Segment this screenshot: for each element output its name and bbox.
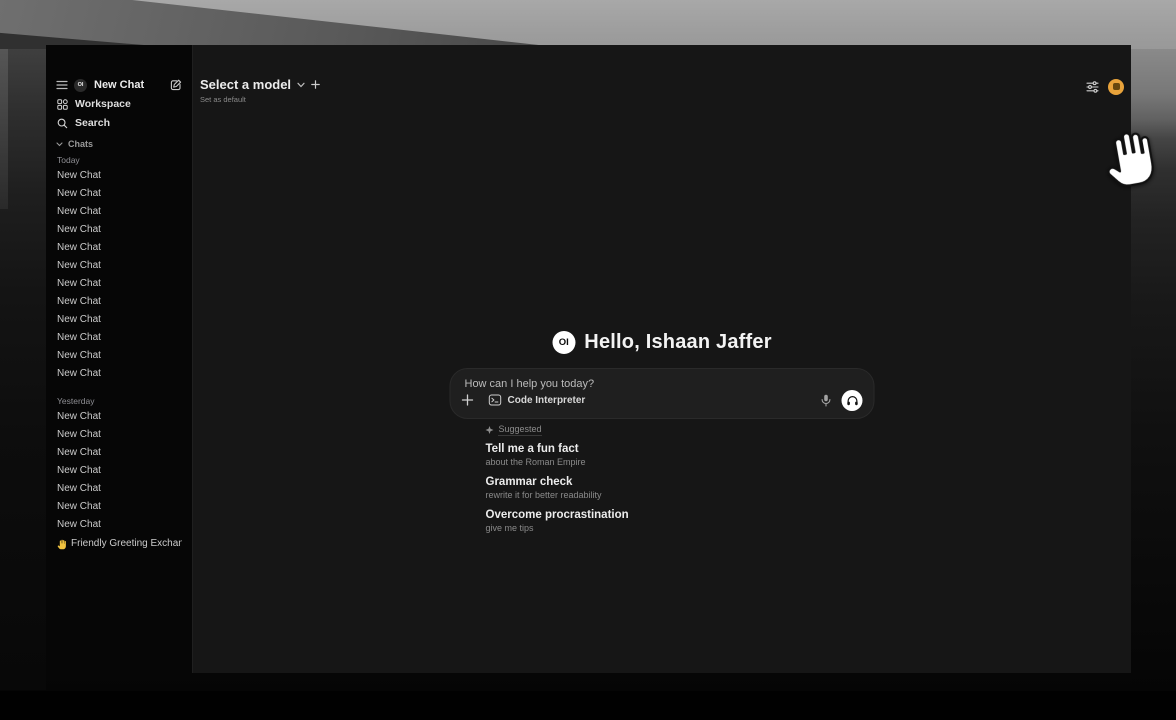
prompt-subtitle: about the Roman Empire [486, 457, 875, 468]
wave-emoji-icon [57, 539, 67, 550]
chat-list-item[interactable]: New Chat [56, 408, 182, 426]
prompt-title: Grammar check [486, 476, 875, 489]
chat-list-item[interactable]: New Chat [56, 426, 182, 444]
prompt-subtitle: rewrite it for better readability [486, 490, 875, 501]
spark-icon [486, 426, 494, 434]
chat-list-item[interactable]: New Chat [56, 480, 182, 498]
sidebar-header: OI New Chat [56, 76, 182, 94]
chat-list-item[interactable]: New Chat [56, 221, 182, 239]
avatar-glyph [1113, 83, 1120, 90]
add-model-icon[interactable] [311, 80, 320, 89]
sidebar-item-workspace[interactable]: Workspace [56, 95, 182, 113]
chat-list-item[interactable]: New Chat [56, 203, 182, 221]
chat-list-item[interactable]: New Chat [56, 516, 182, 534]
background-right-margin [1131, 49, 1176, 690]
greeting-text: Hello, Ishaan Jaffer [584, 331, 771, 354]
center-column: OI Hello, Ishaan Jaffer How can I help y… [450, 45, 875, 534]
chat-list-item[interactable]: New Chat [56, 347, 182, 365]
chat-list-item[interactable]: New Chat [56, 185, 182, 203]
mic-icon[interactable] [821, 394, 832, 407]
suggested-prompt[interactable]: Grammar check rewrite it for better read… [486, 476, 875, 501]
sidebar: OI New Chat Workspace Search Chats Today [46, 45, 193, 673]
chevron-down-icon [297, 82, 305, 88]
terminal-icon [489, 394, 502, 406]
app-logo: OI [74, 79, 87, 92]
workspace-label: Workspace [75, 98, 131, 110]
chat-list-item[interactable]: New Chat [56, 365, 182, 383]
search-label: Search [75, 117, 110, 129]
chat-title: Friendly Greeting Exchange [71, 535, 182, 553]
code-interpreter-toggle[interactable]: Code Interpreter [489, 394, 586, 406]
composer-toolbar: Code Interpreter [462, 389, 863, 411]
chat-list-item[interactable]: New Chat [56, 293, 182, 311]
search-icon [57, 118, 68, 129]
message-composer[interactable]: How can I help you today? Code Interpret… [450, 368, 875, 419]
background-bottom-band [0, 691, 1176, 720]
chat-list-item[interactable]: New Chat [56, 462, 182, 480]
chat-list-item[interactable]: New Chat [56, 167, 182, 185]
model-selector-label: Select a model [200, 77, 291, 92]
suggested-prompt[interactable]: Tell me a fun fact about the Roman Empir… [486, 443, 875, 468]
code-interpreter-label: Code Interpreter [508, 395, 586, 406]
chats-label: Chats [68, 139, 93, 149]
chat-list-item[interactable]: New Chat [56, 275, 182, 293]
model-selector[interactable]: Select a model [200, 78, 320, 91]
chevron-down-icon [56, 142, 63, 147]
new-chat-icon[interactable] [170, 79, 182, 91]
background-shape [0, 49, 8, 209]
sidebar-toggle-icon[interactable] [56, 80, 68, 90]
greeting: OI Hello, Ishaan Jaffer [450, 330, 875, 354]
prompt-subtitle: give me tips [486, 523, 875, 534]
chat-list-item[interactable]: New Chat [56, 257, 182, 275]
sidebar-title: New Chat [94, 79, 164, 91]
chat-list-item[interactable]: New Chat [56, 329, 182, 347]
suggested-section: Suggested Tell me a fun fact about the R… [450, 425, 875, 534]
voice-call-button[interactable] [842, 390, 863, 411]
header-actions [1086, 78, 1124, 95]
open-webui-window: OI New Chat Workspace Search Chats Today [46, 45, 1131, 673]
user-avatar[interactable] [1108, 79, 1124, 95]
section-label-yesterday: Yesterday [56, 394, 182, 408]
suggested-header: Suggested [486, 425, 875, 435]
prompt-title: Overcome procrastination [486, 509, 875, 522]
sidebar-item-search[interactable]: Search [56, 114, 182, 132]
suggested-prompt[interactable]: Overcome procrastination give me tips [486, 509, 875, 534]
controls-sliders-icon[interactable] [1086, 81, 1099, 93]
attach-plus-icon[interactable] [462, 394, 474, 406]
suggested-label: Suggested [499, 424, 542, 436]
chat-list-item[interactable]: New Chat [56, 239, 182, 257]
chat-list-item[interactable]: New Chat [56, 498, 182, 516]
chats-section-toggle[interactable]: Chats [56, 135, 182, 153]
prompt-title: Tell me a fun fact [486, 443, 875, 456]
section-label-today: Today [56, 153, 182, 167]
set-as-default-link[interactable]: Set as default [200, 95, 320, 104]
chat-list-item[interactable]: New Chat [56, 444, 182, 462]
main-area: Select a model Set as default OI Hell [193, 45, 1131, 673]
model-selector-block: Select a model Set as default [200, 78, 320, 104]
grid-icon [57, 99, 68, 110]
chat-list-item[interactable]: New Chat [56, 311, 182, 329]
app-logo-large: OI [552, 331, 575, 354]
chat-list-item-friendly-greeting[interactable]: Friendly Greeting Exchange [56, 534, 182, 554]
